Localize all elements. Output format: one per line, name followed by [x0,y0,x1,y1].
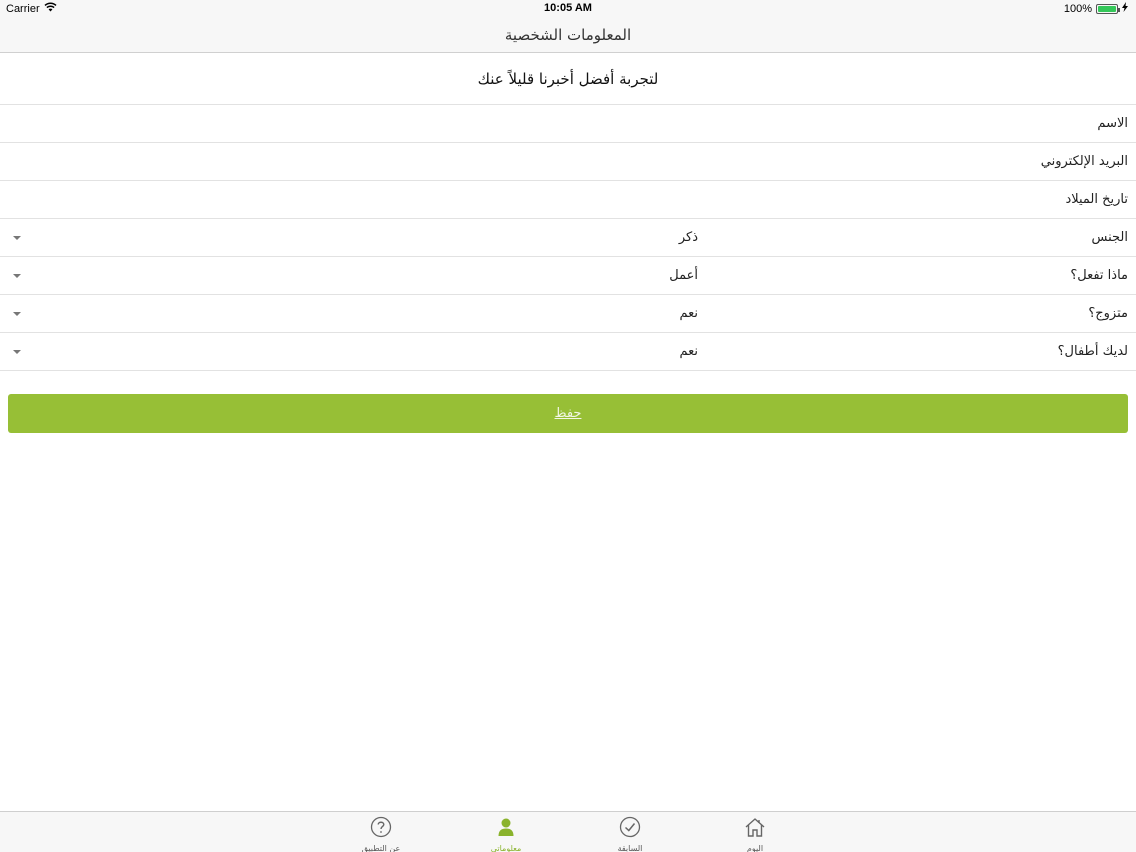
tab-bar: اليوم السابقة معلوماتي عن التطبيق [0,811,1136,852]
battery-group: 100% [1064,2,1128,15]
gender-label: الجنس [1091,230,1128,245]
married-label: متزوج؟ [1088,306,1128,321]
occupation-select[interactable]: ماذا تفعل؟ أعمل [0,257,1136,295]
chevron-down-icon [13,312,21,316]
name-label: الاسم [1097,116,1128,131]
children-value: نعم [679,344,698,359]
navigation-bar: المعلومات الشخصية [0,18,1136,53]
battery-percent: 100% [1063,2,1092,15]
intro-text: لتجربة أفضل أخبرنا قليلاً عنك [477,69,659,88]
tab-label: معلوماتي [490,844,522,852]
checkmark-circle-icon [619,812,641,842]
name-field[interactable]: الاسم [0,105,1136,143]
status-time: 10:05 AM [544,2,592,14]
tab-label: عن التطبيق [361,844,401,852]
tab-today[interactable]: اليوم [715,812,795,852]
children-select[interactable]: لديك أطفال؟ نعم [0,333,1136,371]
chevron-down-icon [13,236,21,240]
tab-label: اليوم [746,844,764,852]
battery-icon [1096,3,1120,14]
children-label: لديك أطفال؟ [1057,344,1128,359]
tab-about[interactable]: عن التطبيق [341,812,421,852]
gender-select[interactable]: الجنس ذكر [0,219,1136,257]
charging-icon [1122,2,1128,15]
chevron-down-icon [13,274,21,278]
tab-label: السابقة [617,844,643,852]
page-title: المعلومات الشخصية [504,26,632,44]
email-field[interactable]: البريد الإلكتروني [0,143,1136,181]
person-icon [495,812,517,842]
status-bar: Carrier 10:05 AM 100% [0,0,1136,18]
personal-info-form: الاسم البريد الإلكتروني تاريخ الميلاد ال… [0,105,1136,371]
tab-my-info[interactable]: معلوماتي [466,812,546,852]
save-button[interactable]: حفظ [8,394,1128,433]
email-label: البريد الإلكتروني [1040,154,1128,169]
occupation-label: ماذا تفعل؟ [1070,268,1128,283]
intro-header: لتجربة أفضل أخبرنا قليلاً عنك [0,53,1136,105]
occupation-value: أعمل [669,268,698,283]
married-select[interactable]: متزوج؟ نعم [0,295,1136,333]
tab-previous[interactable]: السابقة [590,812,670,852]
birthdate-label: تاريخ الميلاد [1065,192,1128,207]
question-circle-icon [370,812,392,842]
birthdate-field[interactable]: تاريخ الميلاد [0,181,1136,219]
chevron-down-icon [13,350,21,354]
married-value: نعم [679,306,698,321]
gender-value: ذكر [678,230,698,245]
home-icon [744,812,766,842]
